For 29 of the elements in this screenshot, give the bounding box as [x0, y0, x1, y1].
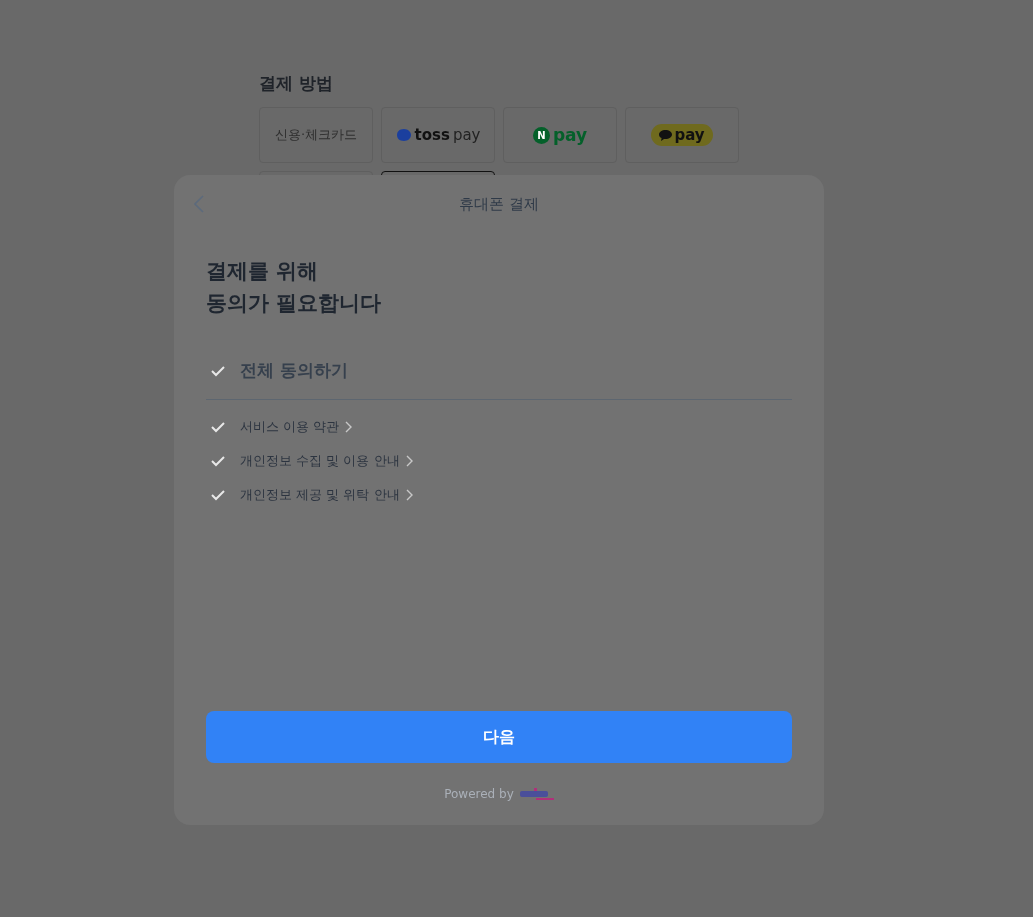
check-icon[interactable] [210, 489, 226, 501]
check-icon[interactable] [210, 364, 226, 377]
check-icon[interactable] [210, 455, 226, 467]
check-icon[interactable] [210, 421, 226, 433]
naver-logo-badge: N [532, 126, 550, 144]
toss-logo-icon [395, 128, 412, 142]
payment-method-option[interactable]: 신용·체크카드 [259, 107, 373, 163]
terms-link[interactable]: 개인정보 제공 및 위탁 안내 [240, 486, 413, 504]
chevron-right-icon [345, 421, 353, 433]
dialog-heading: 결제를 위해 동의가 필요합니다 [206, 258, 383, 317]
chevron-right-icon [405, 455, 413, 467]
section-title: 결제 방법 [259, 72, 334, 95]
payment-method-option[interactable]: N pay [503, 107, 617, 163]
toss-logo-text: toss [414, 126, 450, 144]
payment-method-option[interactable]: pay [625, 107, 739, 163]
powered-by-text: Powered by [444, 787, 514, 801]
speech-bubble-icon [659, 129, 673, 141]
payment-method-option[interactable]: toss pay [381, 107, 495, 163]
chevron-right-icon [405, 489, 413, 501]
agree-all-label: 전체 동의하기 [240, 359, 348, 382]
pay-logo-text: pay [452, 126, 481, 144]
kakao-pay-logo: pay [651, 124, 713, 146]
next-button[interactable]: 다음 [206, 711, 792, 763]
terms-link[interactable]: 개인정보 수집 및 이용 안내 [240, 452, 413, 470]
terms-link[interactable]: 서비스 이용 약관 [240, 418, 353, 436]
provider-logo-icon [519, 788, 554, 800]
dialog-title: 휴대폰 결제 [459, 194, 539, 214]
card-payment-label: 신용·체크카드 [274, 126, 358, 144]
pay-logo-text: pay [552, 125, 588, 145]
